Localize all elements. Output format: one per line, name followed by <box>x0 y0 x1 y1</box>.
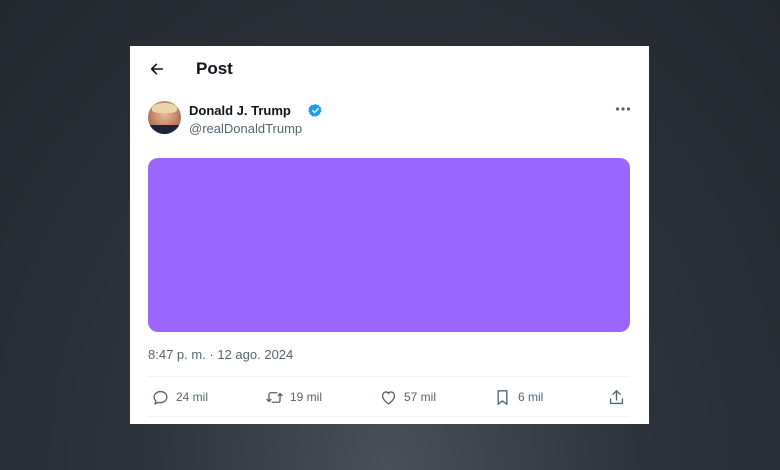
verified-badge-icon <box>308 103 322 118</box>
divider <box>148 416 630 417</box>
avatar[interactable] <box>148 101 181 134</box>
back-arrow-icon <box>150 63 164 75</box>
author-handle[interactable]: @realDonaldTrump <box>189 121 302 136</box>
repost-count: 19 mil <box>290 390 323 404</box>
post-timestamp[interactable]: 8:47 p. m. · 12 ago. 2024 <box>148 347 293 362</box>
post-media[interactable] <box>148 158 630 332</box>
reply-icon <box>153 390 168 405</box>
reply-count: 24 mil <box>176 390 209 404</box>
action-bar: 24 mil 19 mil 57 mil 6 mil <box>148 385 630 409</box>
repost-icon <box>266 391 283 403</box>
reply-button[interactable]: 24 mil <box>151 385 208 409</box>
back-button[interactable] <box>146 58 168 80</box>
like-button[interactable]: 57 mil <box>379 385 436 409</box>
divider <box>148 376 630 377</box>
repost-button[interactable]: 19 mil <box>265 385 322 409</box>
bookmark-button[interactable]: 6 mil <box>493 385 543 409</box>
post-header: Post <box>130 46 649 92</box>
like-count: 57 mil <box>404 390 437 404</box>
share-button[interactable] <box>607 385 626 409</box>
post-card: Post Donald J. Trump @realDonaldTrump 8:… <box>130 46 649 424</box>
share-icon <box>609 389 624 404</box>
bookmark-icon <box>497 389 508 405</box>
like-icon <box>381 390 396 405</box>
bookmark-count: 6 mil <box>518 390 544 404</box>
author-display-name[interactable]: Donald J. Trump <box>189 103 291 118</box>
more-options-icon <box>615 107 631 111</box>
more-options-button[interactable] <box>612 102 634 116</box>
page-title: Post <box>196 59 233 78</box>
